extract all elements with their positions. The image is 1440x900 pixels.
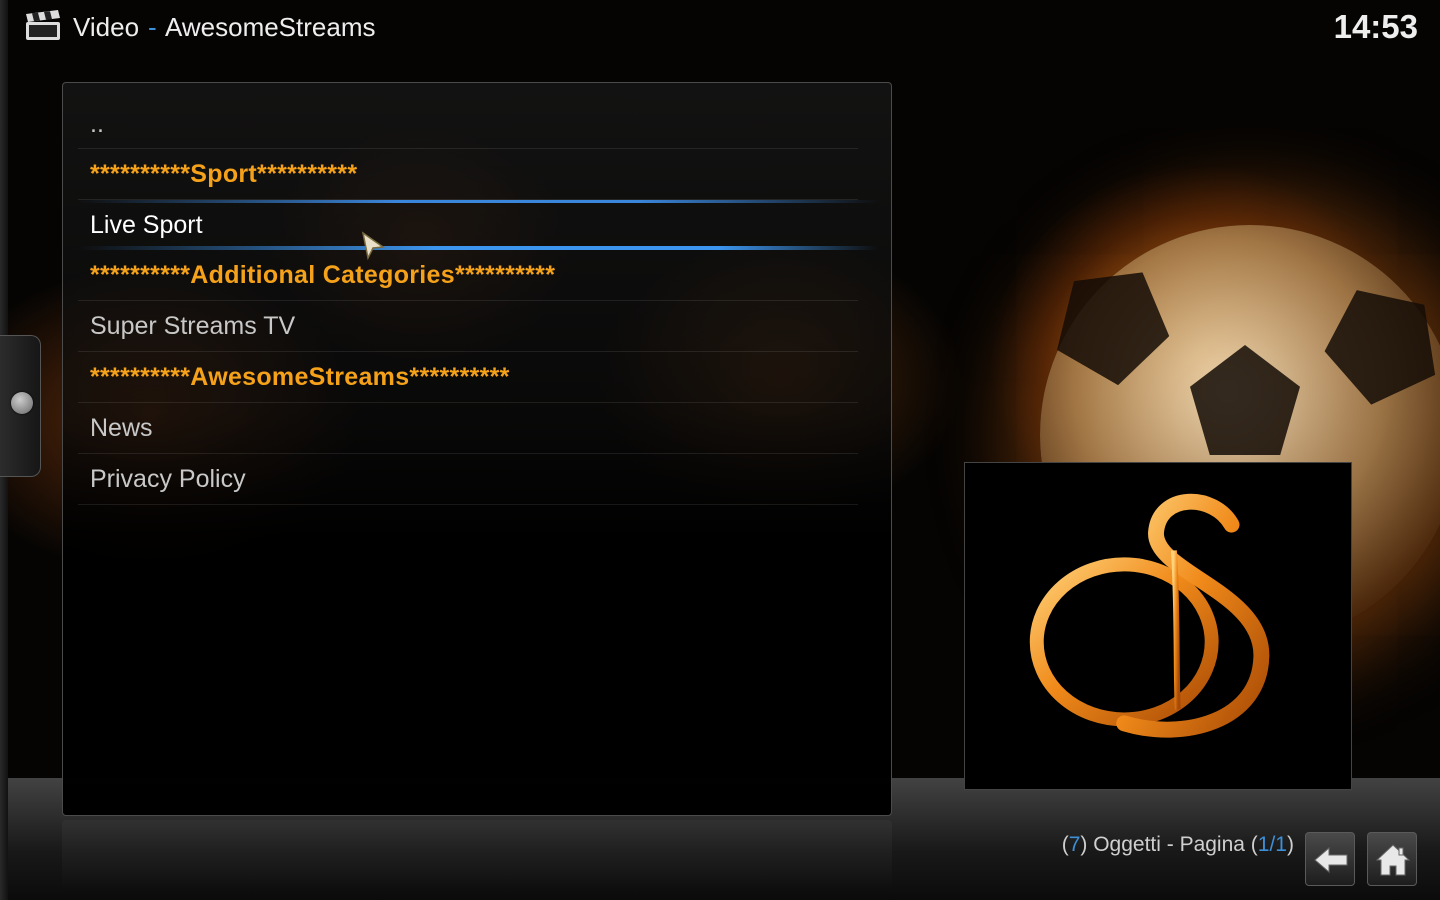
- mouse-pointer-icon: [361, 231, 385, 261]
- clock: 14:53: [1333, 8, 1418, 45]
- items-page-counter: (7) Oggetti - Pagina (1/1): [1062, 833, 1294, 857]
- home-button[interactable]: [1367, 832, 1417, 886]
- count-open-paren: (: [1061, 833, 1069, 856]
- clapperboard-icon: [26, 10, 60, 40]
- awesomestreams-logo: [1029, 493, 1270, 738]
- addon-title: AwesomeStreams: [165, 12, 376, 42]
- list-item-awesomestreams-header[interactable]: **********AwesomeStreams**********: [78, 352, 858, 403]
- list-item-privacy-policy[interactable]: Privacy Policy: [78, 454, 858, 505]
- panel-reflection: [62, 820, 892, 890]
- title-separator: -: [148, 12, 157, 42]
- back-button[interactable]: [1305, 832, 1355, 886]
- list-item-super-streams-tv[interactable]: Super Streams TV: [78, 301, 858, 352]
- list-item-parent[interactable]: ..: [78, 100, 858, 149]
- section-title: Video: [73, 12, 140, 42]
- top-bar: Video - AwesomeStreams 14:53: [0, 0, 1440, 56]
- list-item-news[interactable]: News: [78, 403, 858, 454]
- list-item-live-sport[interactable]: Live Sport: [78, 200, 878, 250]
- list-item-additional-categories-header[interactable]: **********Additional Categories*********…: [78, 250, 858, 301]
- list-item-sport-header[interactable]: **********Sport**********: [78, 149, 858, 200]
- side-menu-knob-icon[interactable]: [11, 392, 33, 414]
- directory-list: .. **********Sport********** Live Sport …: [78, 100, 878, 505]
- page-number: 1/1: [1257, 833, 1287, 856]
- back-arrow-icon: [1314, 846, 1348, 874]
- count-close-paren: ): [1287, 833, 1294, 856]
- home-icon: [1375, 844, 1411, 876]
- item-count: 7: [1068, 833, 1081, 856]
- items-page-label: ) Oggetti - Pagina (: [1080, 833, 1258, 856]
- addon-thumbnail: [964, 462, 1352, 790]
